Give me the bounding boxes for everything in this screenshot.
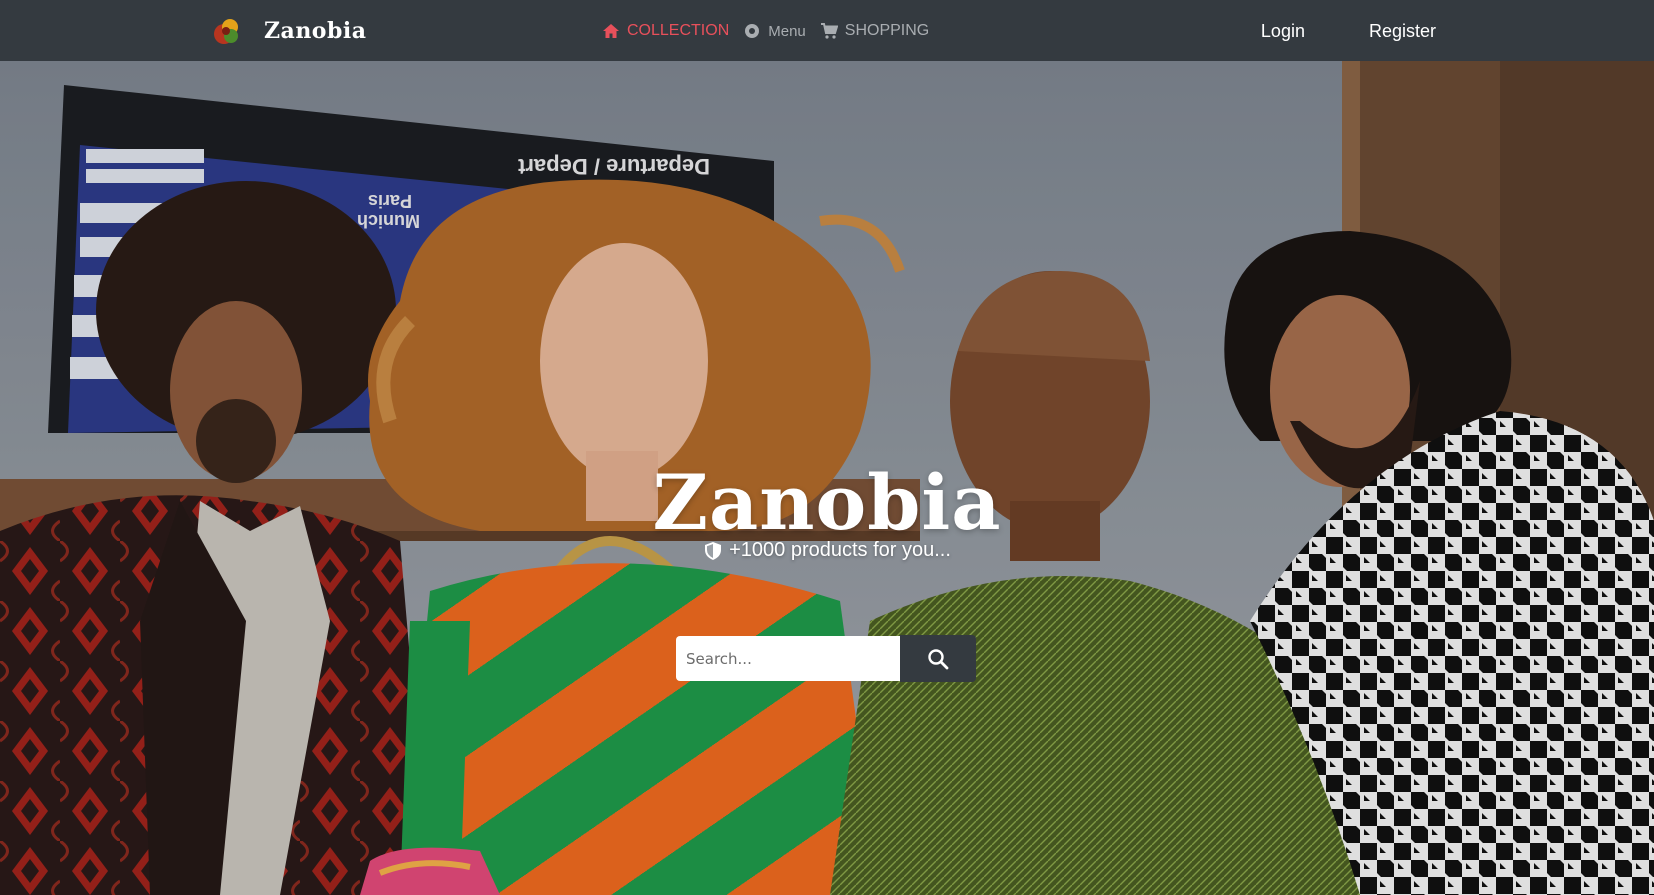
search-icon [928,648,949,669]
hero-section: Departure / Depart Paris Munich Zanobia … [0,61,1654,895]
main-nav: COLLECTION Menu SHOPPING [602,18,929,44]
circle-dot-icon [745,24,760,38]
hero-tagline: +1000 products for you... [703,539,951,562]
nav-item-label: COLLECTION [627,22,730,39]
hero-tagline-text: +1000 products for you... [729,539,951,561]
top-navbar: Zanobia COLLECTION Menu SHOPPING Login R… [0,0,1654,61]
cart-icon [820,23,838,39]
nav-item-label: Menu [768,22,806,40]
search-form [676,635,976,682]
auth-links: Login Register [1261,13,1436,49]
nav-item-menu[interactable]: Menu [743,22,806,40]
brand-name: Zanobia [264,18,367,44]
shield-icon [705,541,722,560]
search-input[interactable] [676,636,900,681]
login-link[interactable]: Login [1261,21,1305,42]
nav-item-shopping[interactable]: SHOPPING [820,22,929,40]
home-icon [603,24,619,38]
brand-logo-icon [214,19,238,44]
nav-item-collection[interactable]: COLLECTION [602,22,729,40]
register-link[interactable]: Register [1369,21,1436,42]
search-button[interactable] [900,635,976,682]
brand[interactable]: Zanobia [210,12,366,50]
hero-title: Zanobia [652,458,1002,547]
nav-item-label: SHOPPING [844,22,930,39]
hero-content: Zanobia +1000 products for you... [0,461,1654,566]
